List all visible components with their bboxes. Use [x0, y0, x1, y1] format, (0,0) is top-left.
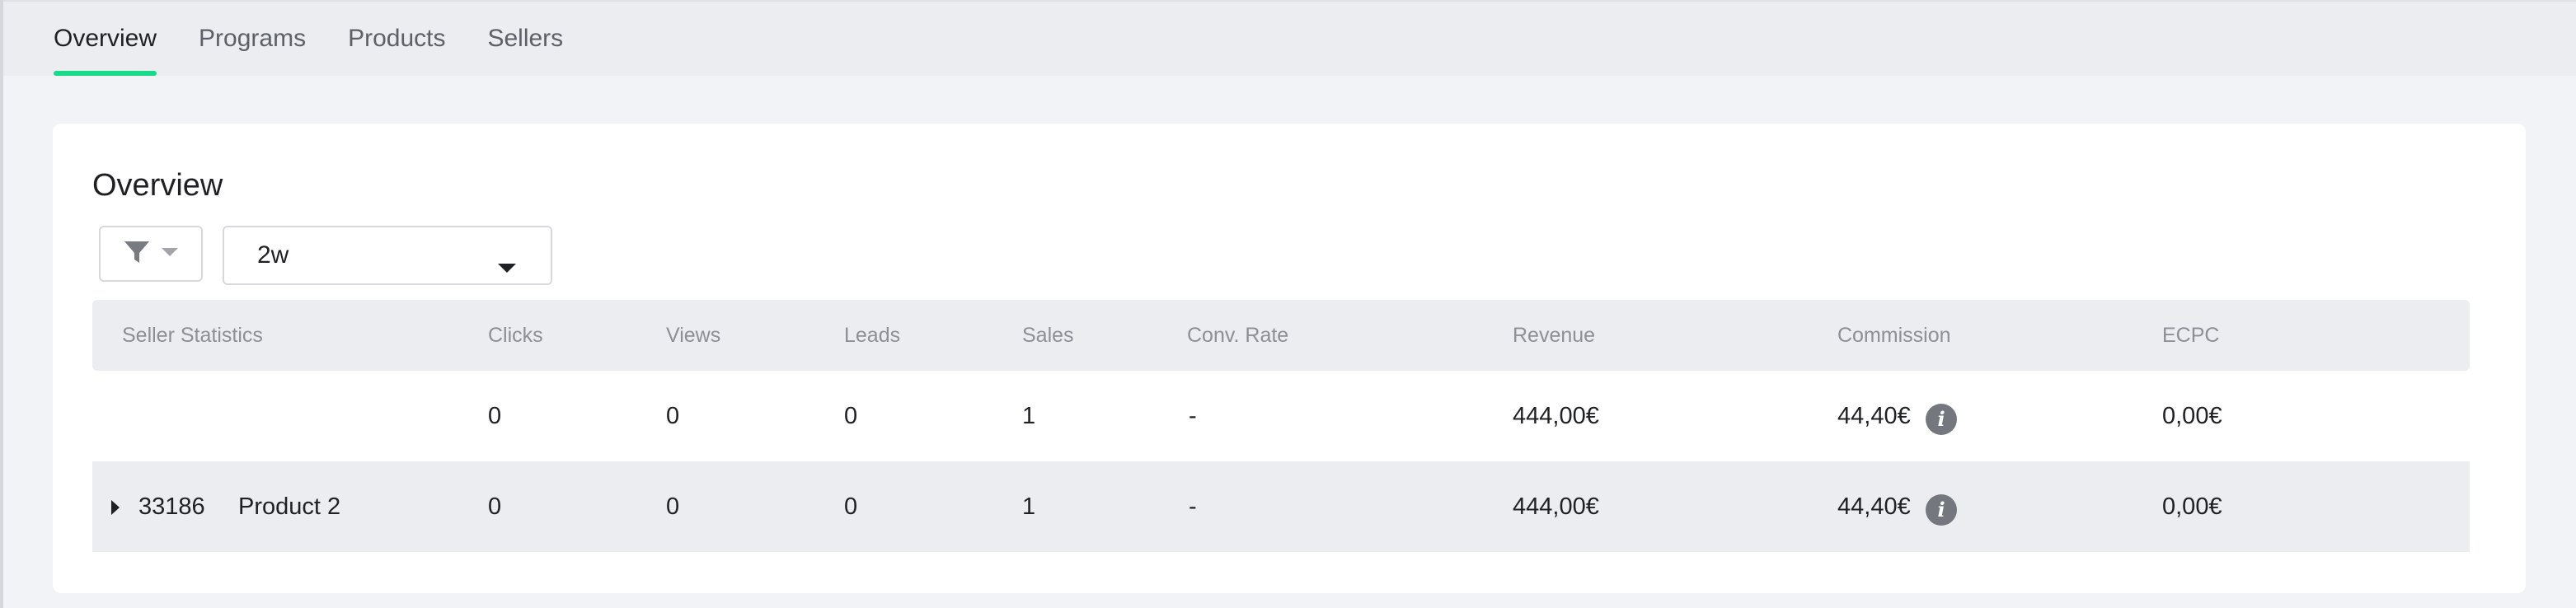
total-commission: 44,40€: [1837, 403, 1911, 429]
info-icon[interactable]: i: [1926, 494, 1957, 526]
row-clicks: 0: [488, 493, 502, 520]
total-conv-rate: -: [1189, 403, 1197, 429]
row-product-name: Product 2: [238, 493, 341, 520]
info-icon[interactable]: i: [1926, 404, 1957, 435]
total-clicks: 0: [488, 403, 502, 429]
header-leads: Leads: [844, 324, 901, 347]
filter-icon: [124, 240, 150, 269]
total-leads: 0: [844, 403, 858, 429]
chevron-down-icon: [162, 246, 178, 261]
row-id: 33186: [138, 493, 205, 520]
table-header: Seller Statistics Clicks Views Leads Sal…: [92, 300, 2470, 371]
left-border: [0, 0, 3, 608]
header-sales: Sales: [1022, 324, 1074, 347]
header-commission: Commission: [1837, 324, 1951, 347]
tab-sellers[interactable]: Sellers: [487, 2, 563, 76]
expand-row-icon[interactable]: [110, 500, 120, 519]
header-clicks: Clicks: [488, 324, 543, 347]
header-ecpc: ECPC: [2162, 324, 2220, 347]
total-ecpc: 0,00€: [2162, 403, 2222, 429]
overview-card: Overview 2w Seller Statistics Clicks Vie…: [53, 124, 2526, 593]
tab-programs[interactable]: Programs: [199, 2, 306, 76]
total-sales: 1: [1022, 403, 1036, 429]
header-views: Views: [666, 324, 721, 347]
row-views: 0: [666, 493, 680, 520]
table-row[interactable]: 33186 Product 2 0 0 0 1 - 444,00€ 44,40€…: [92, 461, 2470, 552]
tab-bar: Overview Programs Products Sellers: [3, 0, 2576, 76]
row-conv-rate: -: [1189, 493, 1197, 520]
row-sales: 1: [1022, 493, 1036, 520]
period-select[interactable]: 2w: [223, 226, 552, 285]
header-seller-statistics: Seller Statistics: [122, 324, 263, 347]
filter-button[interactable]: [99, 226, 203, 282]
row-revenue: 444,00€: [1513, 493, 1599, 520]
total-revenue: 444,00€: [1513, 403, 1599, 429]
total-views: 0: [666, 403, 680, 429]
seller-statistics-table: Seller Statistics Clicks Views Leads Sal…: [92, 300, 2470, 552]
header-conv-rate: Conv. Rate: [1187, 324, 1289, 347]
row-commission: 44,40€: [1837, 493, 1911, 520]
period-value: 2w: [257, 241, 289, 269]
row-leads: 0: [844, 493, 858, 520]
page-title: Overview: [92, 168, 223, 203]
total-row: 0 0 0 1 - 444,00€ 44,40€ i 0,00€: [92, 371, 2470, 461]
header-revenue: Revenue: [1513, 324, 1596, 347]
tab-products[interactable]: Products: [348, 2, 445, 76]
row-ecpc: 0,00€: [2162, 493, 2222, 520]
caret-down-icon: [498, 252, 516, 280]
tabs: Overview Programs Products Sellers: [54, 2, 605, 76]
tab-overview[interactable]: Overview: [54, 2, 157, 76]
